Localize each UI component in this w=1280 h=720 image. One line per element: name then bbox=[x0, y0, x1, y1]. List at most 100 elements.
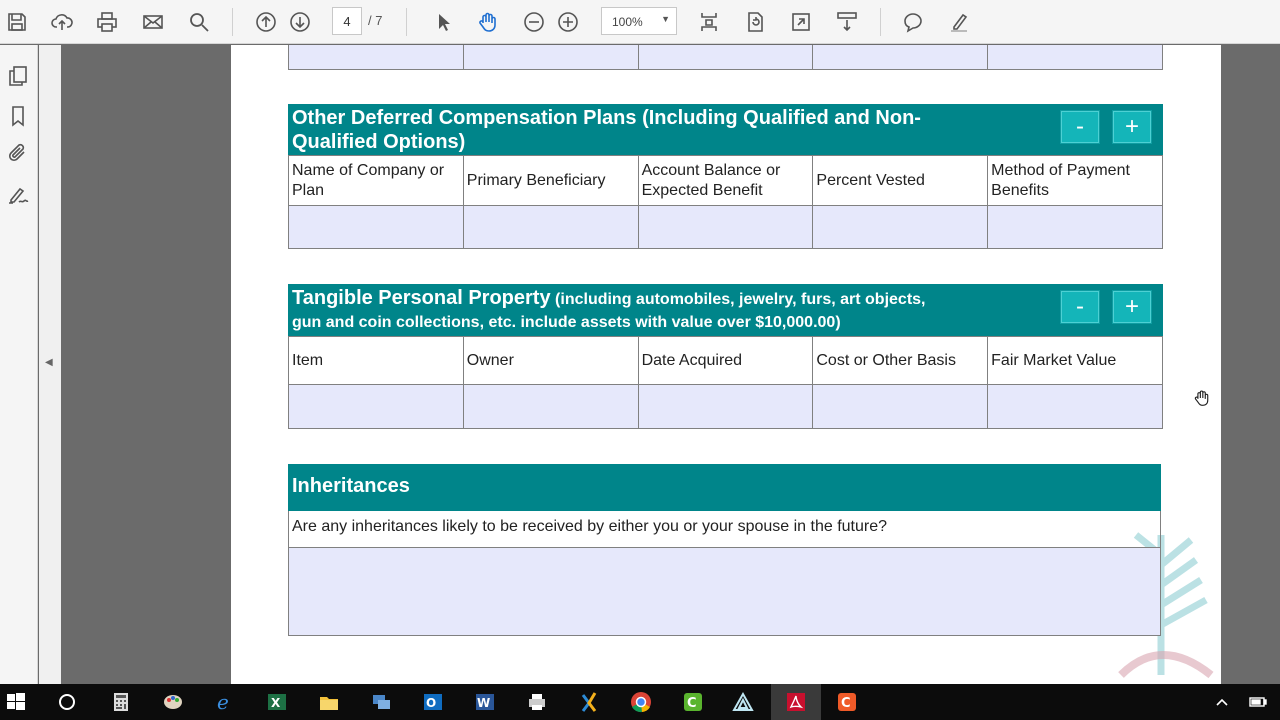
document-page: Other Deferred Compensation Plans (Inclu… bbox=[231, 45, 1221, 684]
delta-app-icon[interactable] bbox=[729, 688, 757, 716]
form-field[interactable] bbox=[462, 384, 639, 429]
show-hidden-icons-icon[interactable] bbox=[1208, 688, 1236, 716]
page-total-label: / 7 bbox=[368, 13, 383, 28]
table-cell[interactable] bbox=[462, 45, 639, 70]
column-header: Item bbox=[288, 336, 464, 385]
camtasia-recorder-icon[interactable]: C bbox=[833, 688, 861, 716]
excel-icon[interactable]: X bbox=[263, 688, 291, 716]
full-screen-icon[interactable] bbox=[787, 8, 815, 36]
inheritances-answer-field[interactable] bbox=[288, 548, 1161, 636]
left-rail bbox=[0, 45, 38, 684]
add-row-button[interactable]: + bbox=[1112, 110, 1152, 144]
zoom-out-icon[interactable] bbox=[520, 8, 548, 36]
previous-table-bottom bbox=[288, 45, 1163, 70]
form-field[interactable] bbox=[637, 384, 814, 429]
deferred-compensation-header: Other Deferred Compensation Plans (Inclu… bbox=[288, 104, 1163, 155]
column-header: Percent Vested bbox=[812, 155, 989, 206]
comment-icon[interactable] bbox=[899, 8, 927, 36]
form-field[interactable] bbox=[987, 205, 1163, 249]
column-header: Name of Company or Plan bbox=[288, 155, 464, 206]
table-cell[interactable] bbox=[987, 45, 1163, 70]
calculator-icon[interactable] bbox=[107, 688, 135, 716]
save-icon[interactable] bbox=[3, 8, 31, 36]
remove-row-button[interactable]: - bbox=[1060, 290, 1100, 324]
form-field[interactable] bbox=[288, 384, 464, 429]
fit-page-icon[interactable] bbox=[695, 8, 723, 36]
camtasia-icon[interactable]: C bbox=[679, 688, 707, 716]
pages-icon[interactable] bbox=[4, 62, 32, 90]
deferred-compensation-table: Name of Company or Plan Primary Beneficia… bbox=[288, 155, 1163, 249]
zoom-in-icon[interactable] bbox=[554, 8, 582, 36]
acrobat-icon[interactable] bbox=[782, 688, 810, 716]
column-header: Primary Beneficiary bbox=[462, 155, 639, 206]
svg-text:C: C bbox=[687, 696, 697, 711]
inheritances-question: Are any inheritances likely to be receiv… bbox=[288, 511, 1161, 548]
bookmark-icon[interactable] bbox=[4, 102, 32, 130]
table-row bbox=[288, 205, 1163, 249]
printer-app-icon[interactable] bbox=[523, 688, 551, 716]
hand-tool-icon[interactable] bbox=[474, 8, 502, 36]
section-title: Inheritances bbox=[292, 475, 410, 497]
search-icon[interactable] bbox=[185, 8, 213, 36]
edge-icon[interactable]: e bbox=[211, 688, 239, 716]
column-header: Method of Payment Benefits bbox=[987, 155, 1163, 206]
email-icon[interactable] bbox=[139, 8, 167, 36]
column-header: Date Acquired bbox=[637, 336, 814, 385]
column-header: Account Balance or Expected Benefit bbox=[637, 155, 814, 206]
network-app-icon[interactable] bbox=[367, 688, 395, 716]
svg-text:X: X bbox=[271, 696, 281, 710]
signature-icon[interactable] bbox=[4, 180, 32, 208]
paint-icon[interactable] bbox=[159, 688, 187, 716]
navigation-pane-gutter: ◀ bbox=[39, 45, 61, 684]
add-row-button[interactable]: + bbox=[1112, 290, 1152, 324]
toolbar: 4 / 7 100% ▼ bbox=[0, 0, 1280, 44]
windows-start-icon[interactable] bbox=[2, 688, 30, 716]
form-field[interactable] bbox=[462, 205, 639, 249]
scroll-mode-icon[interactable] bbox=[833, 8, 861, 36]
inheritances-header: Inheritances bbox=[288, 464, 1161, 511]
taskbar: e X O W C C bbox=[0, 684, 1280, 720]
tangible-property-table: Item Owner Date Acquired Cost or Other B… bbox=[288, 336, 1163, 429]
highlight-icon[interactable] bbox=[945, 8, 973, 36]
select-cursor-icon[interactable] bbox=[429, 8, 457, 36]
table-header-row: Item Owner Date Acquired Cost or Other B… bbox=[288, 336, 1163, 385]
zoom-value: 100% bbox=[612, 15, 643, 29]
rotate-icon[interactable] bbox=[741, 8, 769, 36]
attachment-icon[interactable] bbox=[4, 139, 32, 167]
chrome-icon[interactable] bbox=[627, 688, 655, 716]
form-field[interactable] bbox=[812, 384, 989, 429]
remove-row-button[interactable]: - bbox=[1060, 110, 1100, 144]
table-cell[interactable] bbox=[812, 45, 989, 70]
outlook-icon[interactable]: O bbox=[419, 688, 447, 716]
zoom-select[interactable]: 100% ▼ bbox=[601, 7, 677, 35]
column-header: Owner bbox=[462, 336, 639, 385]
page-up-icon[interactable] bbox=[252, 8, 280, 36]
cortana-icon[interactable] bbox=[53, 688, 81, 716]
svg-text:O: O bbox=[426, 696, 436, 710]
tangible-property-header: Tangible Personal Property (including au… bbox=[288, 284, 1163, 336]
upload-icon[interactable] bbox=[48, 8, 76, 36]
battery-icon[interactable] bbox=[1243, 688, 1271, 716]
table-header-row: Name of Company or Plan Primary Beneficia… bbox=[288, 155, 1163, 206]
page-down-icon[interactable] bbox=[286, 8, 314, 36]
form-field[interactable] bbox=[987, 384, 1163, 429]
form-field[interactable] bbox=[288, 205, 464, 249]
section-title: Tangible Personal Property (including au… bbox=[292, 287, 926, 331]
file-explorer-icon[interactable] bbox=[315, 688, 343, 716]
page-number-input[interactable]: 4 bbox=[332, 7, 362, 35]
table-row bbox=[288, 384, 1163, 429]
form-field[interactable] bbox=[812, 205, 989, 249]
word-icon[interactable]: W bbox=[471, 688, 499, 716]
xing-icon[interactable] bbox=[575, 688, 603, 716]
form-field[interactable] bbox=[637, 205, 814, 249]
table-cell[interactable] bbox=[637, 45, 814, 70]
chevron-down-icon: ▼ bbox=[661, 14, 670, 24]
svg-text:C: C bbox=[841, 696, 851, 711]
hand-cursor-icon bbox=[1193, 388, 1211, 413]
svg-text:W: W bbox=[477, 696, 490, 710]
expand-pane-icon[interactable]: ◀ bbox=[45, 357, 55, 373]
section-title: Other Deferred Compensation Plans (Inclu… bbox=[292, 107, 921, 153]
table-cell[interactable] bbox=[288, 45, 464, 70]
print-icon[interactable] bbox=[93, 8, 121, 36]
svg-text:e: e bbox=[217, 691, 229, 713]
